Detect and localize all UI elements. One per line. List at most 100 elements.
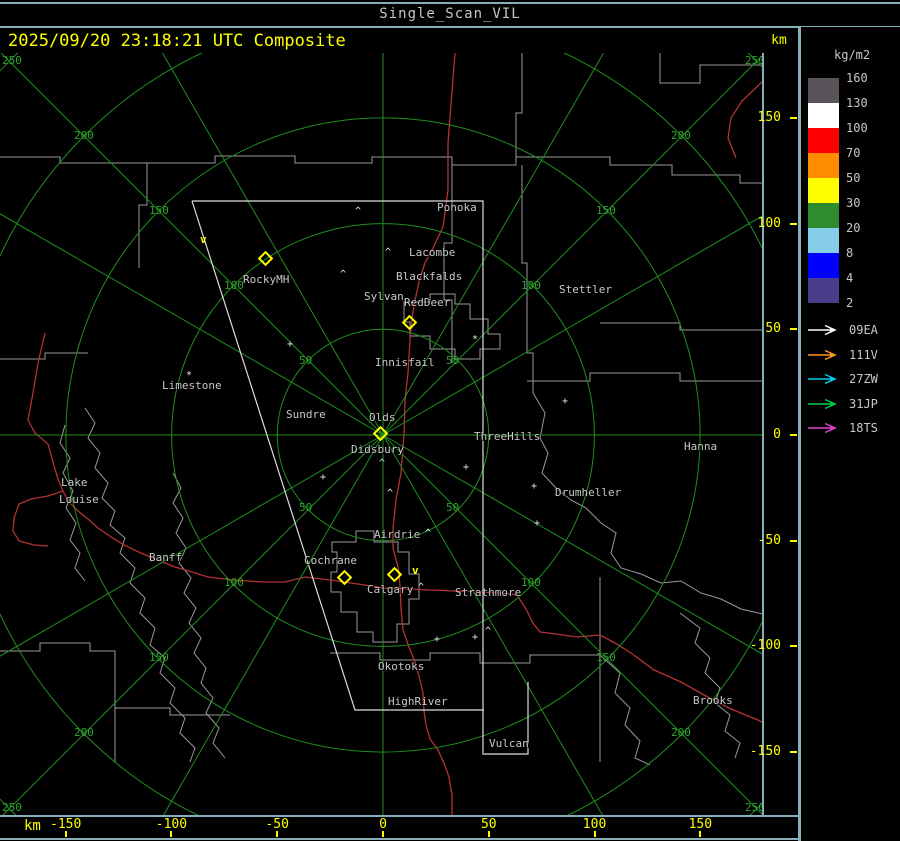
storm-motion-arrow: v (412, 564, 419, 577)
colorbar-tick-label: 70 (846, 146, 861, 160)
bottom-tick-label: 0 (379, 817, 387, 832)
city-label: Sundre (286, 408, 326, 421)
colorbar-block (808, 178, 839, 203)
town-marker: + (531, 481, 538, 492)
right-tick-label: 0 (773, 427, 781, 442)
right-tick-label: 150 (757, 110, 781, 125)
range-ring-label: 200 (74, 129, 94, 142)
bottom-tick-mark (699, 831, 702, 837)
radar-arrow-icon (808, 324, 837, 336)
bottom-tick-label: 100 (582, 817, 607, 832)
range-ring-label: 50 (446, 501, 460, 514)
colorbar-block (808, 203, 839, 228)
city-label: RockyMH (243, 273, 290, 286)
range-ring-label: 200 (74, 726, 94, 739)
range-ring-label: 250 (2, 54, 22, 67)
city-label: Lacombe (409, 246, 456, 259)
right-tick-label: -50 (757, 532, 781, 548)
bottom-tick-label: -50 (265, 817, 289, 832)
right-tick-mark (790, 539, 797, 542)
storm-motion-arrow: v (200, 233, 207, 246)
bottom-tick-label: 50 (480, 817, 497, 832)
bottom-tick-mark (593, 831, 596, 837)
city-label: Blackfalds (396, 270, 463, 283)
colorbar-block (808, 228, 839, 253)
city-label: Calgary (367, 583, 414, 596)
radar-id-label: 111V (849, 347, 878, 362)
city-label: RedDeer (404, 296, 451, 309)
city-label: Limestone (162, 379, 222, 392)
bottom-tick-label: -150 (50, 817, 82, 832)
colorbar-tick-label: 130 (846, 96, 868, 110)
right-tick-mark (790, 222, 797, 225)
radar-id-label: 09EA (849, 323, 878, 337)
radar-arrow-icon (808, 349, 837, 360)
town-marker: + (562, 396, 569, 407)
title-bar-top-line (0, 2, 900, 4)
title-bar-bottom-line (0, 26, 900, 28)
town-marker: ^ (355, 206, 362, 217)
map-viewport[interactable]: 250 200 150 100 50 50 100 150 200 250 50 100 150 200 2… (0, 53, 763, 815)
colorbar-min-label: 2 (846, 296, 854, 310)
right-tick-label: -100 (749, 638, 781, 654)
colorbar-tick-label: 50 (846, 171, 861, 185)
town-marker: + (472, 632, 479, 643)
right-tick-label: 50 (765, 321, 781, 337)
town-marker: ^ (425, 528, 432, 539)
right-tick-mark (790, 645, 797, 648)
legend-panel: kg/m2 2 160 130 100 70 50 30 20 8 4 09EA 111V 27ZW… (801, 27, 900, 841)
colorbar-tick-label: 20 (846, 221, 861, 235)
range-ring-label: 50 (299, 354, 313, 367)
range-ring-label: 250 (745, 54, 763, 67)
town-marker: + (320, 472, 327, 483)
bottom-axis: km -150 -100 -50 0 50 100 150 (0, 817, 900, 838)
bottom-tick-label: -100 (155, 817, 188, 832)
radar-id-label: 27ZW (849, 372, 878, 387)
range-ring-label: 150 (596, 651, 616, 664)
range-ring-label: 200 (671, 129, 691, 142)
range-ring-label: 50 (299, 501, 313, 514)
city-label: Hanna (684, 440, 718, 453)
bottom-border-line (0, 838, 900, 840)
city-label: Airdrie (374, 528, 421, 541)
radar-id-label: 31JP (849, 396, 878, 411)
city-label: Sylvan (364, 290, 404, 303)
city-label: Drumheller (555, 486, 622, 499)
right-axis-unit: km (771, 33, 787, 48)
range-ring-label: 200 (671, 726, 691, 739)
city-label: Brooks (693, 694, 733, 707)
right-tick-mark (790, 434, 797, 436)
town-marker: * (186, 370, 193, 381)
town-marker: + (434, 634, 441, 645)
colorbar-tick-label: 8 (846, 246, 854, 260)
range-ring-label: 50 (446, 354, 460, 367)
bottom-tick-mark (487, 831, 490, 837)
range-ring-label: 250 (2, 801, 22, 814)
town-marker: ^ (379, 458, 386, 469)
city-label: Lake (61, 476, 88, 489)
colorbar-tick-label: 100 (846, 121, 868, 135)
town-marker: + (287, 339, 294, 350)
radar-arrow-icon (808, 374, 837, 385)
colorbar-block (808, 278, 839, 303)
radar-id-label: 18TS (849, 421, 878, 436)
colorbar: 2 160 130 100 70 50 30 20 8 4 (801, 71, 900, 318)
scan-timestamp: 2025/09/20 23:18:21 UTC Composite (8, 31, 346, 51)
colorbar-block (808, 253, 839, 278)
radar-arrow-icon (808, 423, 837, 434)
town-marker: + (534, 518, 541, 529)
colorbar-block (808, 153, 839, 178)
range-ring-label: 100 (224, 576, 244, 589)
bottom-tick-label: 150 (688, 817, 713, 832)
town-marker: ^ (485, 626, 492, 637)
city-label: Didsbury (351, 443, 404, 456)
town-marker: ^ (340, 269, 347, 280)
range-ring-label: 150 (596, 204, 616, 217)
town-marker: + (463, 462, 470, 473)
right-tick-mark (790, 750, 797, 753)
colorbar-block (808, 78, 839, 103)
city-label: Innisfail (375, 356, 435, 369)
city-label: Ponoka (437, 201, 477, 214)
right-tick-label: -150 (749, 743, 781, 759)
city-label: Vulcan (489, 737, 529, 750)
